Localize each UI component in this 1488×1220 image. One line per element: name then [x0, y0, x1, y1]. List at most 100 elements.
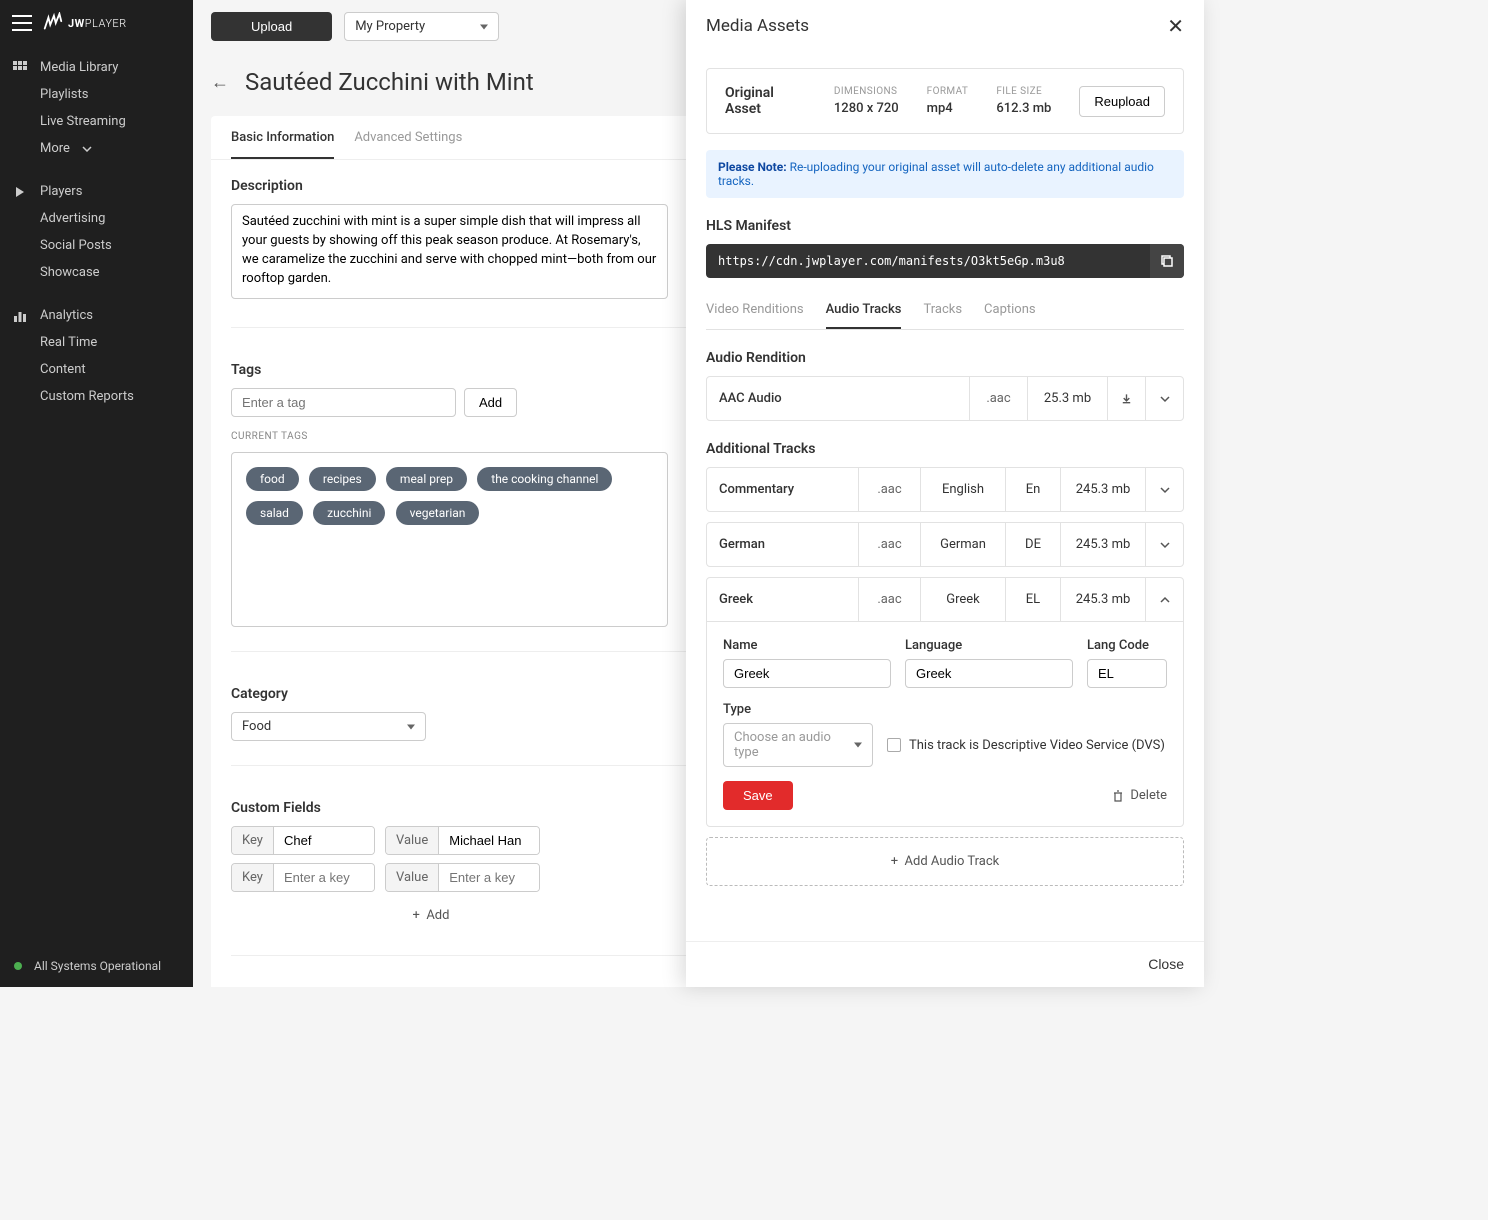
sidebar-item-label: Players — [40, 184, 82, 199]
tag-item[interactable]: vegetarian — [396, 501, 480, 525]
edit-type-select[interactable]: Choose an audio type — [723, 723, 873, 767]
sidebar-item-advertising[interactable]: Advertising — [0, 205, 193, 232]
dvs-label: This track is Descriptive Video Service … — [909, 738, 1165, 753]
subtab-audio-tracks[interactable]: Audio Tracks — [826, 302, 902, 329]
track-name: AAC Audio — [707, 377, 969, 420]
sidebar-item-playlists[interactable]: Playlists — [0, 81, 193, 108]
sidebar-item-content[interactable]: Content — [0, 356, 193, 383]
sidebar-item-social-posts[interactable]: Social Posts — [0, 232, 193, 259]
format-value: mp4 — [927, 101, 969, 116]
track-name: Greek — [707, 578, 858, 621]
sidebar-item-label: Real Time — [40, 335, 97, 350]
value-label: Value — [386, 864, 439, 891]
tag-item[interactable]: salad — [246, 501, 303, 525]
hls-url: https://cdn.jwplayer.com/manifests/O3kt5… — [706, 244, 1150, 278]
tag-item[interactable]: the cooking channel — [477, 467, 612, 491]
edit-langcode-input[interactable] — [1087, 659, 1167, 688]
subtab-video-renditions[interactable]: Video Renditions — [706, 302, 804, 329]
custom-field-value-input[interactable] — [439, 827, 539, 854]
add-tag-button[interactable]: Add — [464, 388, 517, 417]
track-code: EL — [1005, 578, 1060, 621]
sidebar-item-label: Playlists — [40, 87, 88, 102]
custom-field-key-input[interactable] — [274, 864, 374, 891]
sidebar-item-label: Showcase — [40, 265, 100, 280]
track-row: Commentary .aac English En 245.3 mb — [706, 467, 1184, 512]
reupload-button[interactable]: Reupload — [1079, 86, 1165, 117]
sidebar-item-more[interactable]: More — [0, 135, 193, 162]
menu-icon[interactable] — [12, 15, 32, 31]
add-audio-track-button[interactable]: + Add Audio Track — [706, 837, 1184, 886]
status-text: All Systems Operational — [34, 959, 161, 973]
sidebar-item-label: Custom Reports — [40, 389, 134, 404]
sidebar-item-real-time[interactable]: Real Time — [0, 329, 193, 356]
bars-icon — [12, 308, 28, 324]
status-dot-icon — [14, 962, 22, 970]
copy-icon[interactable] — [1150, 244, 1184, 278]
custom-field-value-input[interactable] — [439, 864, 539, 891]
sidebar-item-analytics[interactable]: Analytics — [0, 302, 193, 329]
key-label: Key — [232, 827, 274, 854]
sidebar-item-label: Content — [40, 362, 86, 377]
close-button[interactable]: Close — [1148, 956, 1184, 972]
sidebar-item-showcase[interactable]: Showcase — [0, 259, 193, 286]
logo: JWPLAYER — [42, 12, 127, 34]
chevron-down-icon — [82, 141, 92, 156]
track-size: 245.3 mb — [1060, 468, 1145, 511]
trash-icon — [1112, 790, 1124, 802]
subtab-tracks[interactable]: Tracks — [923, 302, 962, 329]
additional-tracks-label: Additional Tracks — [706, 441, 1184, 457]
tags-box: food recipes meal prep the cooking chann… — [231, 452, 668, 627]
tag-item[interactable]: zucchini — [313, 501, 385, 525]
sidebar-item-live-streaming[interactable]: Live Streaming — [0, 108, 193, 135]
tag-item[interactable]: recipes — [309, 467, 376, 491]
subtab-captions[interactable]: Captions — [984, 302, 1036, 329]
tag-input[interactable] — [231, 388, 456, 417]
edit-name-label: Name — [723, 638, 891, 653]
edit-language-input[interactable] — [905, 659, 1073, 688]
format-label: FORMAT — [927, 86, 969, 97]
tag-item[interactable]: food — [246, 467, 299, 491]
chevron-down-icon[interactable] — [1145, 523, 1183, 566]
sidebar-item-label: Media Library — [40, 60, 118, 75]
value-label: Value — [386, 827, 439, 854]
tab-basic-information[interactable]: Basic Information — [231, 130, 334, 159]
delete-button[interactable]: Delete — [1112, 788, 1167, 803]
sidebar-item-custom-reports[interactable]: Custom Reports — [0, 383, 193, 410]
edit-name-input[interactable] — [723, 659, 891, 688]
grid-icon — [12, 60, 28, 76]
sidebar-item-media-library[interactable]: Media Library — [0, 54, 193, 81]
save-button[interactable]: Save — [723, 781, 793, 810]
custom-field-key-input[interactable] — [274, 827, 374, 854]
chevron-down-icon[interactable] — [1145, 468, 1183, 511]
track-row-expanded: Greek .aac Greek EL 245.3 mb Name Lang — [706, 577, 1184, 827]
track-size: 25.3 mb — [1027, 377, 1107, 420]
chevron-down-icon[interactable] — [1145, 377, 1183, 420]
edit-language-label: Language — [905, 638, 1073, 653]
close-icon[interactable]: ✕ — [1167, 14, 1184, 38]
dvs-checkbox[interactable] — [887, 738, 901, 752]
tag-item[interactable]: meal prep — [386, 467, 467, 491]
property-select[interactable]: My Property — [344, 12, 499, 41]
track-code: En — [1005, 468, 1060, 511]
category-select[interactable]: Food — [231, 712, 426, 741]
edit-type-label: Type — [723, 702, 1167, 717]
tab-advanced-settings[interactable]: Advanced Settings — [354, 130, 462, 159]
sidebar-item-label: More — [40, 141, 70, 156]
category-value: Food — [242, 719, 271, 734]
note-prefix: Please Note: — [718, 160, 787, 174]
track-code: DE — [1005, 523, 1060, 566]
track-size: 245.3 mb — [1060, 523, 1145, 566]
download-icon[interactable] — [1107, 377, 1145, 420]
back-arrow-icon[interactable]: ← — [211, 72, 229, 93]
dimensions-label: DIMENSIONS — [834, 86, 899, 97]
upload-button[interactable]: Upload — [211, 12, 332, 41]
audio-rendition-label: Audio Rendition — [706, 350, 1184, 366]
sidebar-item-players[interactable]: Players — [0, 178, 193, 205]
key-label: Key — [232, 864, 274, 891]
add-custom-field-button[interactable]: + Add — [231, 900, 631, 931]
description-textarea[interactable]: Sautéed zucchini with mint is a super si… — [231, 204, 668, 299]
filesize-value: 612.3 mb — [996, 101, 1051, 116]
chevron-up-icon[interactable] — [1145, 578, 1183, 621]
sidebar-item-label: Analytics — [40, 308, 93, 323]
sidebar-item-label: Social Posts — [40, 238, 112, 253]
